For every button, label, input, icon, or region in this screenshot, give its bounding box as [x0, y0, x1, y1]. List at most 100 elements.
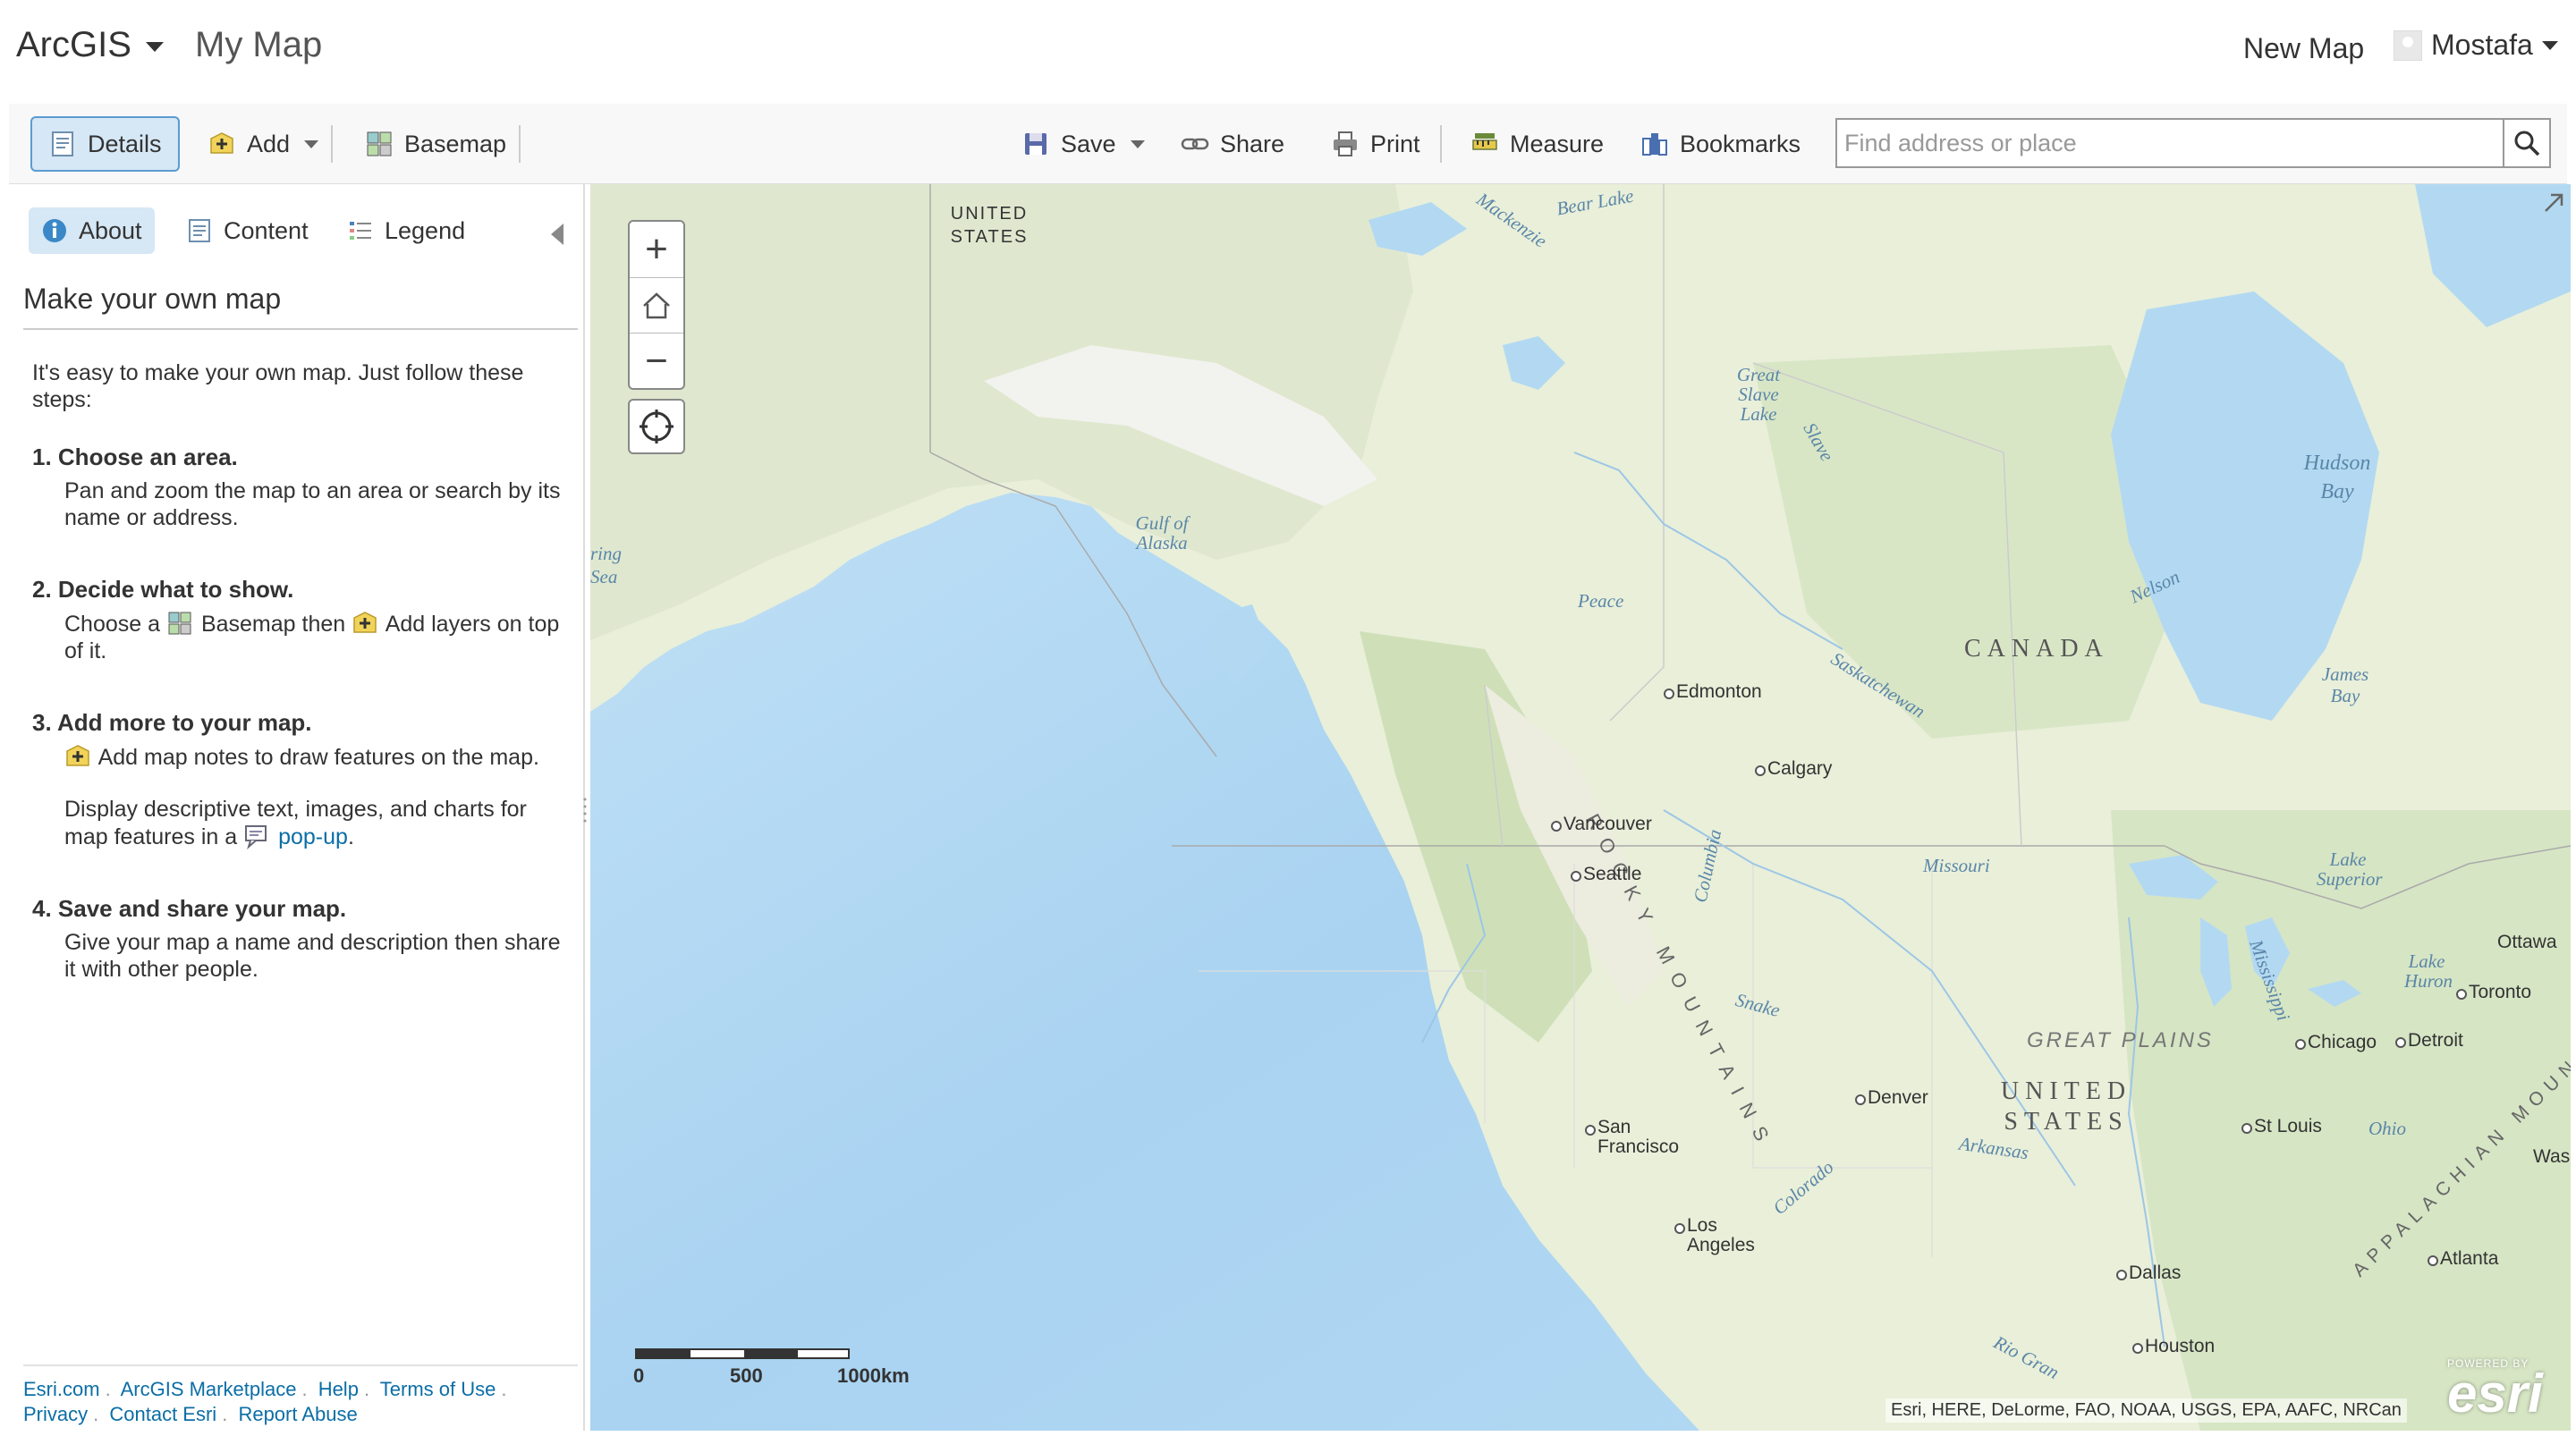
user-menu[interactable]: Mostafa	[2394, 29, 2558, 62]
map-label: Lake Superior	[2317, 849, 2383, 890]
map-label: ring Sea	[590, 543, 623, 587]
intro-text: It's easy to make your own map. Just fol…	[32, 360, 524, 412]
map-label: Atlanta	[2427, 1248, 2499, 1269]
bookmarks-label: Bookmarks	[1680, 130, 1801, 157]
map-label: Detroit	[2395, 1030, 2463, 1051]
legend-icon	[350, 222, 371, 240]
scale-label: 1000km	[837, 1364, 910, 1387]
map-label: James Bay	[2321, 663, 2369, 706]
map-label: San Francisco	[1585, 1118, 1687, 1157]
search-input[interactable]	[1837, 120, 2503, 166]
map-label: Missouri	[1923, 855, 1990, 876]
popup-link[interactable]: pop-up	[278, 824, 348, 849]
search-button[interactable]	[2503, 120, 2549, 166]
step-1: 1. Choose an area. Pan and zoom the map …	[32, 443, 569, 531]
map-note-icon	[64, 743, 93, 770]
step-text: Display descriptive text, images, and ch…	[64, 796, 569, 850]
step-text-part: Choose a	[64, 612, 161, 637]
save-icon	[1021, 130, 1050, 158]
measure-label: Measure	[1510, 130, 1605, 157]
footer-link-esri[interactable]: Esri.com	[23, 1378, 100, 1400]
footer-link-marketplace[interactable]: ArcGIS Marketplace	[121, 1378, 297, 1400]
map-label: Gulf of Alaska	[1135, 512, 1189, 553]
map-label: Dallas	[2115, 1263, 2182, 1283]
tab-about[interactable]: About	[29, 207, 155, 254]
panel-body: It's easy to make your own map. Just fol…	[32, 359, 569, 1027]
link-icon	[1181, 130, 1209, 158]
basemap-button[interactable]: Basemap	[349, 116, 522, 172]
basemap-icon	[166, 610, 195, 637]
scale-label: 500	[730, 1364, 763, 1387]
chevron-down-icon	[1130, 139, 1145, 148]
panel-footer: Esri.com. ArcGIS Marketplace. Help. Term…	[23, 1364, 578, 1427]
basemap-canvas	[590, 184, 2571, 1431]
add-button[interactable]: Add	[191, 116, 335, 172]
zoom-in-button[interactable]: +	[630, 222, 683, 277]
map-label: Denver	[1855, 1087, 1928, 1108]
esri-logo[interactable]: POWERED BY esri	[2447, 1357, 2543, 1424]
bookmark-icon	[1640, 130, 1669, 158]
user-name: Mostafa	[2431, 29, 2533, 61]
scale-label: 0	[633, 1364, 645, 1387]
arcgis-menu[interactable]: ArcGIS	[16, 25, 164, 65]
panel-resize-handle[interactable]	[583, 794, 587, 830]
tab-content[interactable]: Content	[174, 207, 321, 254]
bookmarks-button[interactable]: Bookmarks	[1624, 116, 1817, 172]
map-label: Ohio	[2368, 1118, 2406, 1139]
zoom-controls: + −	[628, 220, 685, 390]
share-button[interactable]: Share	[1165, 116, 1301, 172]
share-label: Share	[1220, 130, 1285, 157]
map-title: My Map	[195, 25, 323, 64]
add-label: Add	[247, 130, 291, 157]
footer-link-privacy[interactable]: Privacy	[23, 1403, 88, 1425]
footer-link-contact[interactable]: Contact Esri	[109, 1403, 216, 1425]
map-label: Hudson Bay	[2303, 452, 2371, 503]
map-label: Washi	[2533, 1146, 2571, 1167]
step-title: 3. Add more to your map.	[32, 709, 312, 736]
tab-content-label: Content	[224, 216, 309, 244]
map-label: Edmonton	[1664, 681, 1762, 702]
step-title: 4. Save and share your map.	[32, 895, 347, 922]
measure-icon	[1470, 130, 1499, 158]
panel-heading: Make your own map	[23, 283, 578, 330]
printer-icon	[1331, 130, 1360, 158]
map-label: Chicago	[2294, 1032, 2377, 1052]
add-layer-icon	[352, 610, 380, 637]
step-3: 3. Add more to your map. Add map notes t…	[32, 709, 569, 850]
step-text: Choose a Basemap then Add layers on top …	[64, 610, 569, 664]
search-icon	[2514, 131, 2540, 156]
new-map-link[interactable]: New Map	[2243, 32, 2364, 65]
map-label: Los Angeles	[1674, 1216, 1758, 1255]
collapse-panel-icon[interactable]	[551, 224, 564, 245]
map-label: Vancouver	[1551, 814, 1652, 834]
add-layer-icon	[208, 130, 236, 158]
content-icon	[189, 219, 210, 242]
footer-link-help[interactable]: Help	[318, 1378, 359, 1400]
footer-link-abuse[interactable]: Report Abuse	[238, 1403, 357, 1425]
step-title: 2. Decide what to show.	[32, 576, 294, 603]
map-label: St Louis	[2241, 1116, 2322, 1136]
step-title: 1. Choose an area.	[32, 443, 238, 470]
map-label: GREAT PLAINS	[2027, 1028, 2214, 1052]
map-view[interactable]: + − UNITED STATES Bear Lake Mackenzie Gr…	[590, 184, 2571, 1431]
measure-button[interactable]: Measure	[1454, 116, 1620, 172]
info-icon	[43, 219, 66, 242]
locate-button[interactable]	[628, 399, 685, 454]
print-button[interactable]: Print	[1315, 116, 1436, 172]
details-tabs: About Content Legend	[9, 199, 585, 254]
details-button[interactable]: Details	[30, 116, 180, 172]
basemap-label: Basemap	[404, 130, 507, 157]
save-button[interactable]: Save	[1005, 116, 1161, 172]
brand-label: ArcGIS	[16, 25, 131, 64]
step-text-part: .	[347, 824, 354, 849]
home-button[interactable]	[630, 277, 683, 333]
map-label: Toronto	[2455, 982, 2532, 1002]
zoom-out-button[interactable]: −	[630, 333, 683, 388]
toolbar-divider	[331, 125, 333, 163]
step-text: Add map notes to draw features on the ma…	[64, 743, 569, 771]
expand-icon[interactable]	[2540, 190, 2567, 216]
tab-legend[interactable]: Legend	[335, 207, 478, 254]
footer-link-terms[interactable]: Terms of Use	[380, 1378, 496, 1400]
map-label: Great Slave Lake	[1736, 364, 1781, 425]
scale-graphic	[635, 1348, 850, 1359]
